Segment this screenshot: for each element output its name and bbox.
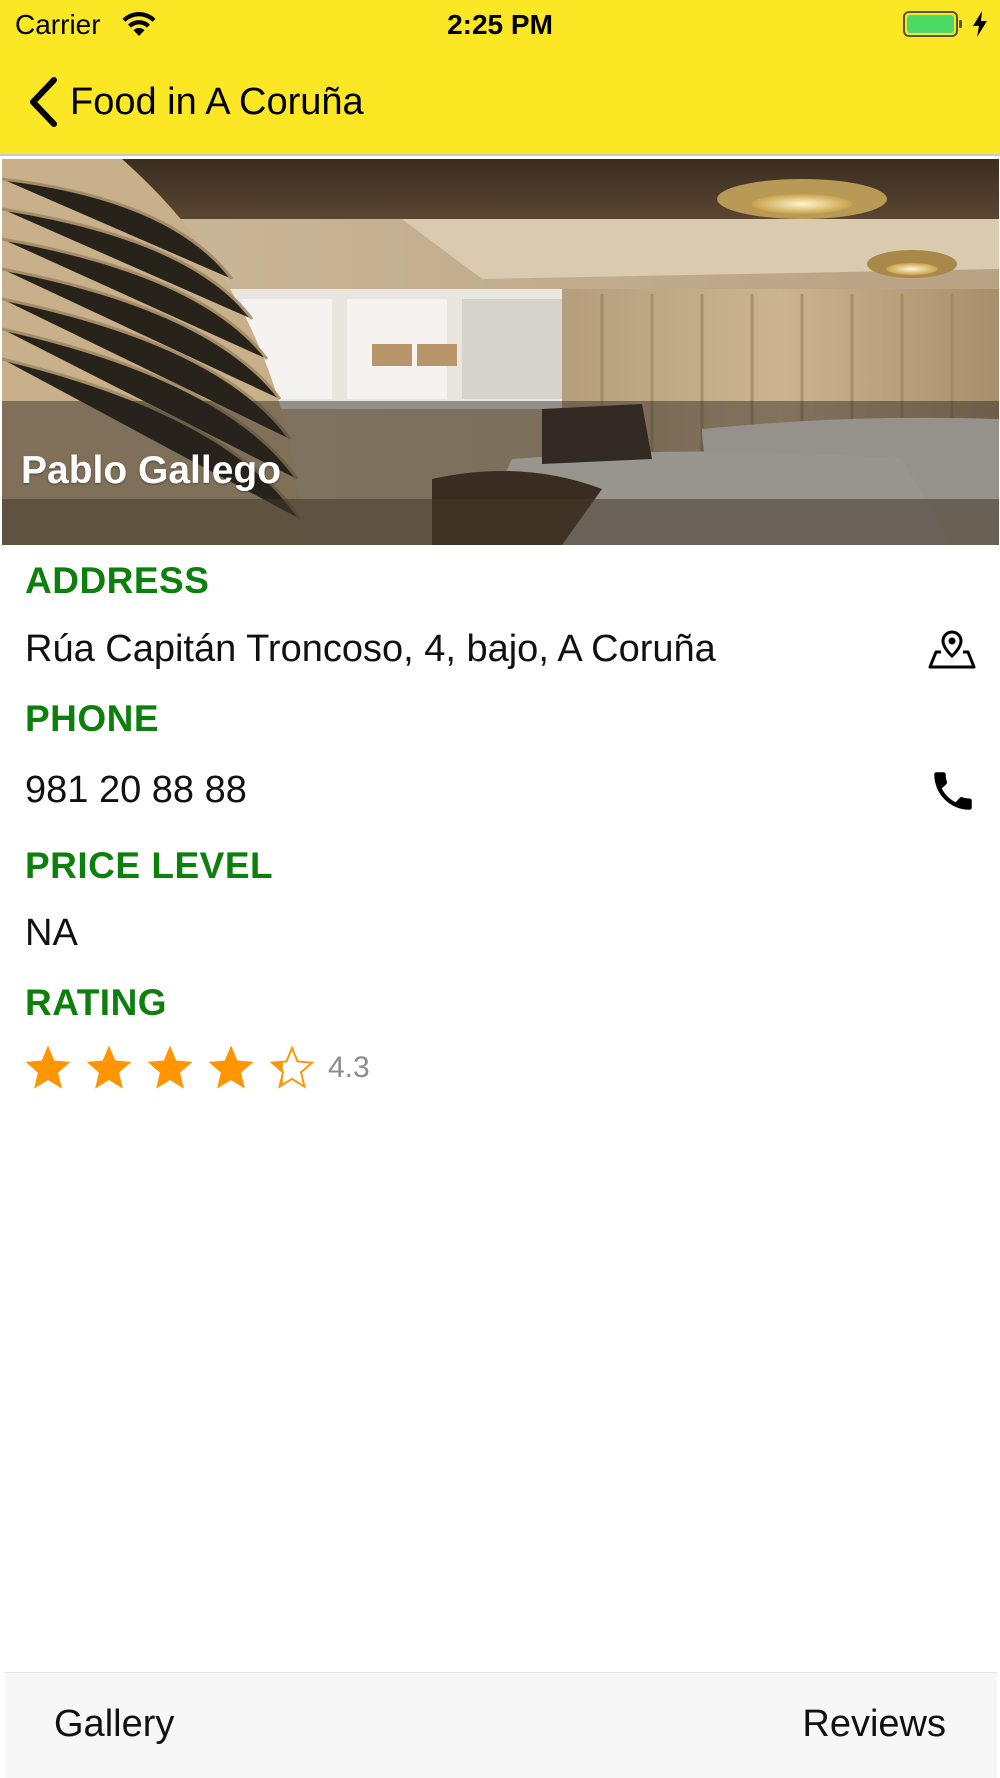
address-value: Rúa Capitán Troncoso, 4, bajo, A Coruña [25,628,716,670]
star-filled-icon [147,1045,193,1089]
map-pin-icon[interactable] [928,628,976,670]
chevron-left-icon [30,77,57,127]
address-heading: ADDRESS [25,560,210,601]
gallery-button[interactable]: Gallery [54,1703,174,1746]
star-filled-icon [25,1045,71,1089]
back-button-label: Food in A Coruña [70,80,364,123]
phone-value: 981 20 88 88 [25,769,247,811]
phone-heading: PHONE [25,698,160,739]
rating-value: 4.3 [328,1051,370,1084]
star-row [25,1045,330,1091]
price-level-heading: PRICE LEVEL [25,845,274,886]
battery-icon [903,11,962,37]
navigation-header: Carrier 2:25 PM Food in A Coruña [0,0,1000,156]
back-button[interactable]: Food in A Coruña [26,72,364,132]
rating-heading: RATING [25,982,168,1023]
star-partial-icon [269,1045,315,1089]
restaurant-photo[interactable]: Pablo Gallego [2,159,999,545]
charging-bolt-icon [973,11,987,37]
status-bar: Carrier 2:25 PM [0,0,1000,50]
bottom-toolbar: Gallery Reviews [5,1672,997,1778]
reviews-button[interactable]: Reviews [802,1703,946,1746]
star-filled-icon [86,1045,132,1089]
price-level-value: NA [25,912,78,954]
phone-icon[interactable] [928,766,978,816]
star-filled-icon [208,1045,254,1089]
restaurant-name: Pablo Gallego [21,449,282,492]
clock-time: 2:25 PM [447,9,553,40]
star-rating: 4.3 [25,1044,370,1092]
